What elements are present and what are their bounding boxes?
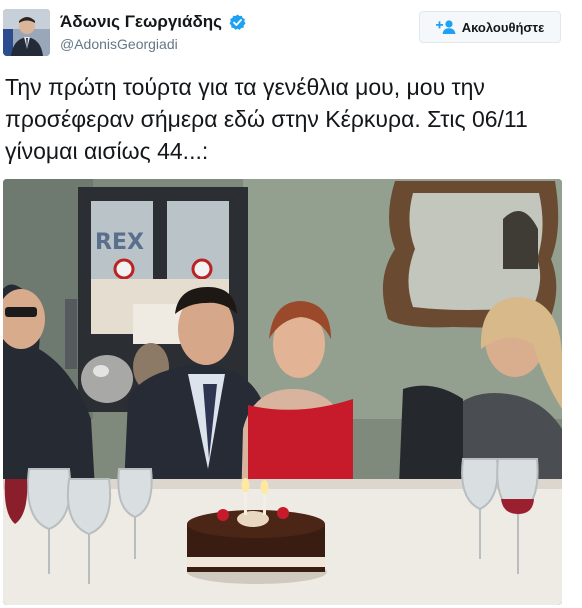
tweet-header: Άδωνις Γεωργιάδης @AdonisGeorgiadi Ακολο… <box>0 0 582 60</box>
user-handle[interactable]: @AdonisGeorgiadi <box>60 36 246 52</box>
user-fullname[interactable]: Άδωνις Γεωργιάδης <box>60 12 222 32</box>
follow-label: Ακολουθήστε <box>461 19 545 35</box>
tweet-card: Άδωνις Γεωργιάδης @AdonisGeorgiadi Ακολο… <box>0 0 582 608</box>
window-sign-text: REX <box>95 230 144 255</box>
user-names: Άδωνις Γεωργιάδης @AdonisGeorgiadi <box>60 12 246 52</box>
follow-button[interactable]: Ακολουθήστε <box>419 11 561 43</box>
tweet-photo[interactable]: REX <box>3 179 562 605</box>
verified-badge-icon <box>229 14 246 31</box>
tweet-text: Την πρώτη τούρτα για τα γενέθλια μου, μο… <box>5 74 528 164</box>
avatar[interactable] <box>3 9 50 56</box>
add-user-icon <box>435 20 456 34</box>
